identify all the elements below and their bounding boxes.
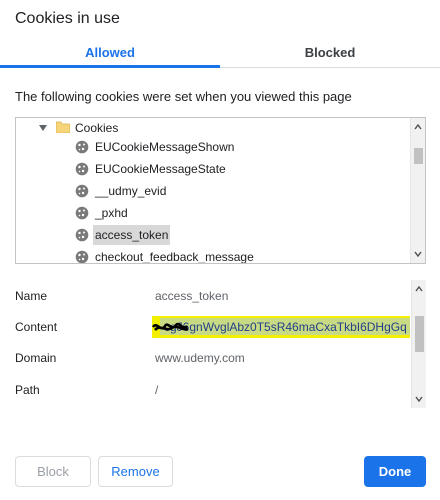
path-value: / bbox=[155, 383, 159, 397]
tree-item[interactable]: checkout_feedback_message bbox=[75, 247, 254, 264]
cookie-icon bbox=[75, 140, 89, 154]
detail-row-domain: Domain www.udemy.com bbox=[15, 348, 411, 368]
tab-allowed[interactable]: Allowed bbox=[0, 40, 220, 68]
details-scrollbar[interactable] bbox=[411, 280, 426, 408]
dialog-title: Cookies in use bbox=[15, 10, 120, 27]
cookie-icon bbox=[75, 206, 89, 220]
done-button[interactable]: Done bbox=[364, 456, 426, 487]
name-label: Name bbox=[15, 289, 48, 303]
tree-item-label: access_token bbox=[93, 225, 171, 245]
tree-scrollbar[interactable] bbox=[410, 118, 425, 263]
tree-item[interactable]: __udmy_evid bbox=[75, 181, 166, 201]
caret-down-icon[interactable] bbox=[38, 123, 48, 133]
tree-item[interactable]: EUCookieMessageState bbox=[75, 159, 226, 179]
tree-item[interactable]: _pxhd bbox=[75, 203, 128, 223]
tree-item-label: checkout_feedback_message bbox=[95, 250, 254, 264]
cookie-icon bbox=[75, 250, 89, 263]
detail-row-path: Path / bbox=[15, 380, 411, 400]
path-label: Path bbox=[15, 383, 40, 397]
scroll-down-icon[interactable] bbox=[414, 251, 422, 257]
dialog-footer: Block Remove Done bbox=[0, 448, 440, 500]
remove-button[interactable]: Remove bbox=[98, 456, 173, 487]
cookie-icon bbox=[75, 162, 89, 176]
cookie-icon bbox=[75, 228, 89, 242]
detail-row-name: Name access_token bbox=[15, 286, 411, 306]
tree-item-selected[interactable]: access_token bbox=[75, 225, 171, 245]
tree-item-label: __udmy_evid bbox=[95, 184, 167, 198]
domain-label: Domain bbox=[15, 351, 57, 365]
redaction-scribble bbox=[152, 322, 189, 331]
tab-blocked[interactable]: Blocked bbox=[220, 40, 440, 68]
tree-item-label: EUCookieMessageState bbox=[95, 162, 226, 176]
tree-scroll-thumb[interactable] bbox=[414, 148, 423, 164]
detail-row-content: Content cgJ6gnWvglAbz0T5sR46maCxaTkbI6DH… bbox=[15, 316, 411, 338]
content-label: Content bbox=[15, 320, 58, 334]
cookie-icon bbox=[75, 184, 89, 198]
tree-item-label: _pxhd bbox=[95, 206, 128, 220]
content-value[interactable]: cgJ6gnWvglAbz0T5sR46maCxaTkbI6DHgGq bbox=[164, 317, 407, 337]
cookie-details: Name access_token Content cgJ6gnWvglAbz0… bbox=[15, 280, 426, 410]
tree-folder-label: Cookies bbox=[75, 121, 119, 135]
cookie-tree: Cookies EUCookieMessageShown EUCookieMes… bbox=[15, 117, 426, 264]
content-value-box[interactable]: cgJ6gnWvglAbz0T5sR46maCxaTkbI6DHgGq bbox=[152, 316, 410, 338]
details-scroll-thumb[interactable] bbox=[415, 316, 424, 352]
name-value: access_token bbox=[155, 289, 229, 303]
intro-text: The following cookies were set when you … bbox=[15, 89, 352, 104]
tree-item-label: EUCookieMessageShown bbox=[95, 140, 235, 154]
active-tab-indicator bbox=[0, 65, 220, 68]
folder-icon bbox=[56, 121, 70, 133]
tab-bar: Allowed Blocked bbox=[0, 40, 440, 68]
tree-folder-row[interactable]: Cookies bbox=[16, 118, 406, 138]
tree-item[interactable]: EUCookieMessageShown bbox=[75, 137, 234, 157]
scroll-up-icon[interactable] bbox=[415, 286, 423, 292]
block-button[interactable]: Block bbox=[15, 456, 91, 487]
scroll-up-icon[interactable] bbox=[414, 124, 422, 130]
domain-value: www.udemy.com bbox=[155, 351, 245, 365]
scroll-down-icon[interactable] bbox=[415, 396, 423, 402]
